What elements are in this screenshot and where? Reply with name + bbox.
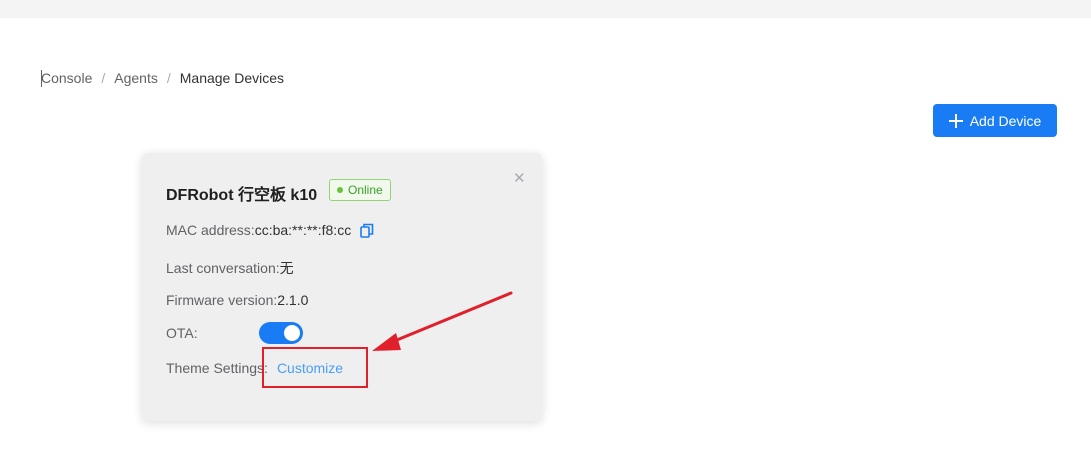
annotation-arrow	[372, 291, 513, 351]
